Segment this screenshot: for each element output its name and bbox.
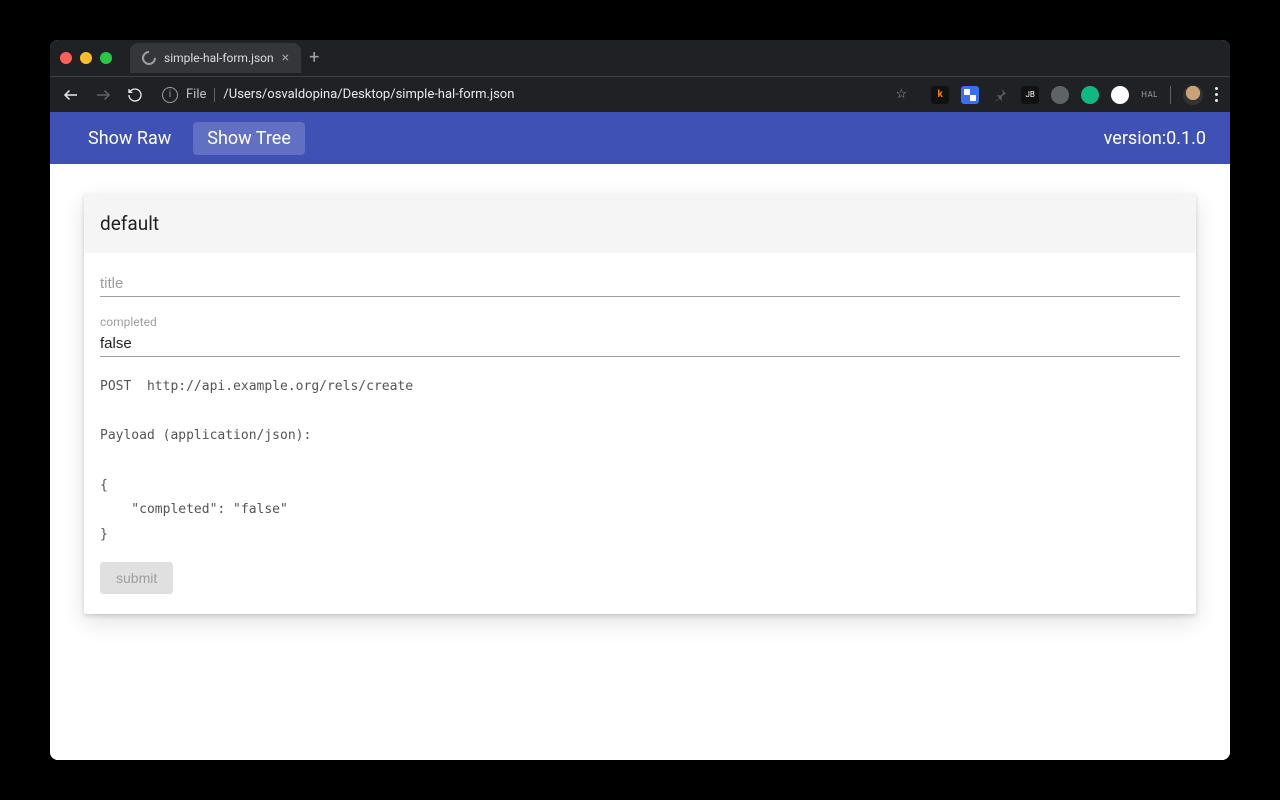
nav-forward-button[interactable] [94, 86, 112, 104]
request-url: http://api.example.org/rels/create [147, 379, 413, 394]
toolbar-divider [1170, 86, 1171, 104]
extension-pushpin-icon[interactable] [991, 86, 1009, 104]
browser-menu-button[interactable] [1215, 87, 1218, 102]
tab-strip: simple-hal-form.json × + [50, 40, 1230, 76]
browser-tab-active[interactable]: simple-hal-form.json × [130, 43, 301, 73]
payload-body: { "completed": "false" } [100, 478, 288, 542]
extension-delicious-icon[interactable] [961, 86, 979, 104]
show-tree-button[interactable]: Show Tree [193, 122, 305, 155]
extension-grammarly-icon[interactable] [1081, 86, 1099, 104]
address-path: /Users/osvaldopina/Desktop/simple-hal-fo… [223, 87, 514, 102]
window-controls [60, 52, 112, 64]
extension-jb-icon[interactable]: JB [1021, 86, 1039, 104]
window-minimize-button[interactable] [80, 52, 92, 64]
new-tab-button[interactable]: + [309, 49, 319, 67]
title-input[interactable] [100, 271, 1180, 297]
window-zoom-button[interactable] [100, 52, 112, 64]
request-method: POST [100, 379, 131, 394]
browser-window: simple-hal-form.json × + i File /Users/o… [50, 40, 1230, 760]
window-close-button[interactable] [60, 52, 72, 64]
field-title [100, 271, 1180, 297]
browser-toolbar: i File /Users/osvaldopina/Desktop/simple… [50, 76, 1230, 112]
profile-avatar-icon[interactable] [1183, 85, 1203, 105]
extension-k-icon[interactable]: k [931, 86, 949, 104]
version-label: version:0.1.0 [1104, 128, 1206, 149]
bookmark-star-icon[interactable]: ☆ [896, 87, 914, 102]
nav-reload-button[interactable] [126, 86, 144, 104]
app-bar: Show Raw Show Tree version:0.1.0 [50, 112, 1230, 164]
address-scheme: File [186, 87, 206, 102]
extensions-row: k JB HAL [931, 85, 1218, 105]
card-title: default [84, 194, 1196, 253]
address-bar[interactable]: i File /Users/osvaldopina/Desktop/simple… [158, 81, 917, 109]
tab-title: simple-hal-form.json [164, 51, 274, 65]
field-completed: completed [100, 315, 1180, 357]
form-card: default completed POST http://api.exampl… [84, 194, 1196, 614]
completed-label: completed [100, 315, 1180, 329]
page-content: Show Raw Show Tree version:0.1.0 default… [50, 112, 1230, 760]
tab-favicon-icon [139, 48, 159, 68]
payload-label: Payload (application/json): [100, 428, 311, 443]
extension-circle-2-icon[interactable] [1111, 86, 1129, 104]
extension-circle-1-icon[interactable] [1051, 86, 1069, 104]
site-info-icon[interactable]: i [162, 87, 178, 103]
show-raw-button[interactable]: Show Raw [74, 122, 185, 155]
request-preview: POST http://api.example.org/rels/create … [100, 375, 1180, 548]
submit-button[interactable]: submit [100, 562, 173, 594]
browser-chrome: simple-hal-form.json × + i File /Users/o… [50, 40, 1230, 112]
completed-input[interactable] [100, 331, 1180, 357]
tab-close-icon[interactable]: × [282, 51, 289, 65]
nav-back-button[interactable] [62, 86, 80, 104]
extension-hal-icon[interactable]: HAL [1141, 90, 1158, 99]
address-separator [214, 88, 215, 102]
